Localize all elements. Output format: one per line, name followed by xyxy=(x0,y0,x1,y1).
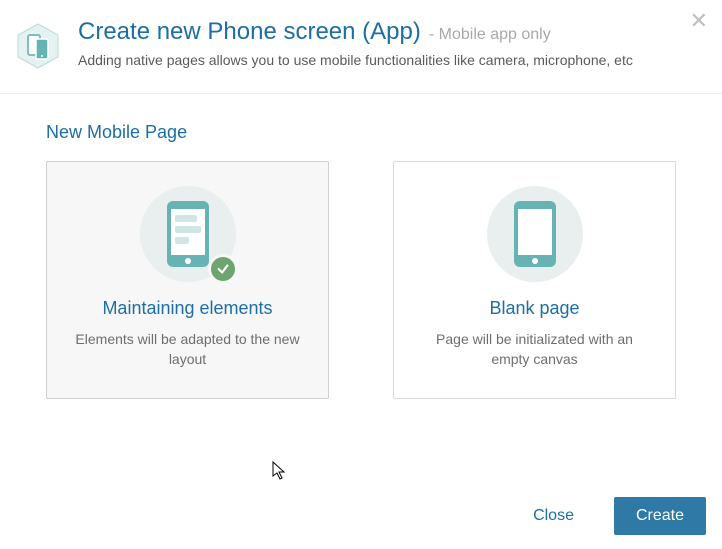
option-title: Maintaining elements xyxy=(63,298,312,319)
cursor-icon xyxy=(272,461,288,486)
dialog-footer: Close Create xyxy=(511,497,706,535)
option-desc: Elements will be adapted to the new layo… xyxy=(63,329,312,370)
dialog-title: Create new Phone screen (App) xyxy=(78,18,421,46)
options-row: Maintaining elements Elements will be ad… xyxy=(46,161,676,399)
option-desc: Page will be initializated with an empty… xyxy=(410,329,659,370)
phone-badge-icon xyxy=(14,22,62,75)
dialog-subtitle: Adding native pages allows you to use mo… xyxy=(78,52,702,68)
create-button[interactable]: Create xyxy=(614,497,706,535)
close-button[interactable]: Close xyxy=(511,497,596,535)
dialog-header: Create new Phone screen (App) - Mobile a… xyxy=(0,0,722,94)
option-title: Blank page xyxy=(410,298,659,319)
option-blank-page[interactable]: Blank page Page will be initializated wi… xyxy=(393,161,676,399)
section-title: New Mobile Page xyxy=(46,122,676,143)
close-icon[interactable]: ✕ xyxy=(690,10,708,32)
option-maintain-elements[interactable]: Maintaining elements Elements will be ad… xyxy=(46,161,329,399)
phone-blank-icon xyxy=(487,186,583,282)
check-icon xyxy=(208,254,238,284)
dialog-badge: - Mobile app only xyxy=(429,26,551,44)
